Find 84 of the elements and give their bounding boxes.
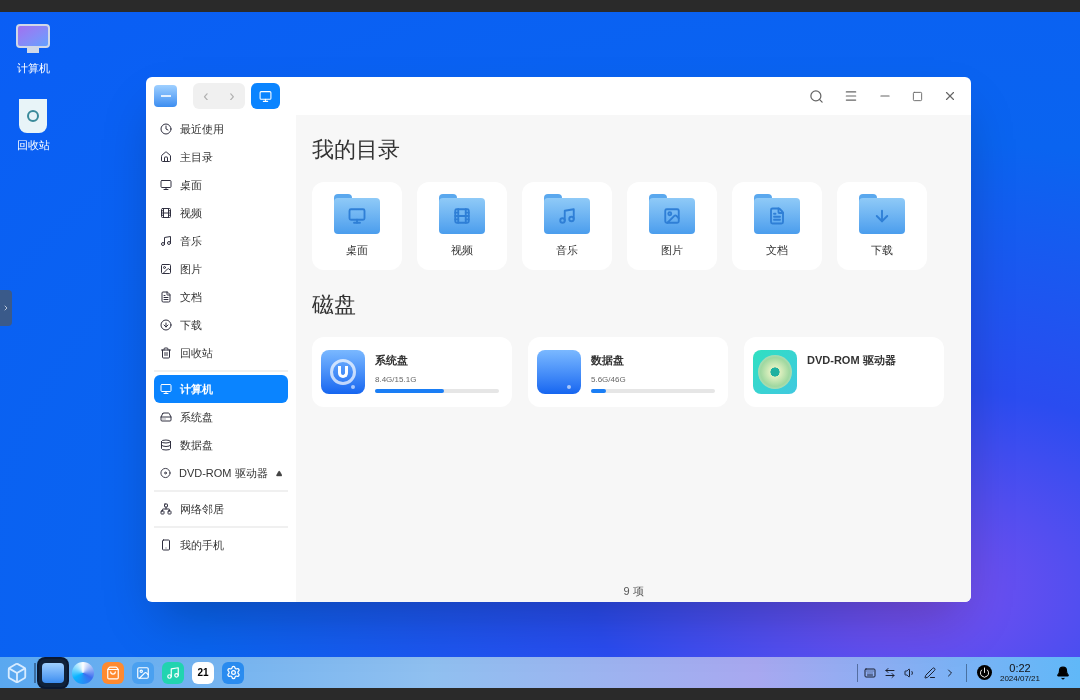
sidebar-item[interactable]: 最近使用: [154, 115, 288, 143]
home-icon: [160, 151, 172, 163]
disk-card[interactable]: 数据盘 5.6G/46G: [528, 337, 728, 407]
folder-tile[interactable]: 下载: [837, 182, 927, 270]
volume-icon[interactable]: [903, 666, 916, 679]
folder-icon: [754, 193, 800, 234]
sidebar-item[interactable]: 下载: [154, 311, 288, 339]
drive-icon: [537, 350, 581, 394]
sidebar-item[interactable]: 主目录: [154, 143, 288, 171]
keyboard-icon[interactable]: [863, 666, 876, 679]
disk-card[interactable]: 系统盘 8.4G/15.1G: [312, 337, 512, 407]
monitor-icon: [160, 383, 172, 395]
disk-usage: 5.6G/46G: [591, 373, 627, 386]
disk-usage: 8.4G/15.1G: [375, 373, 418, 386]
location-button[interactable]: [251, 83, 280, 109]
clock-icon: [160, 123, 172, 135]
section-title: 我的目录: [312, 136, 401, 164]
arrows-icon[interactable]: [883, 666, 896, 679]
maximize-icon[interactable]: [912, 90, 923, 102]
folder-icon: [649, 193, 695, 234]
music-icon: [160, 235, 172, 247]
sidebar-item[interactable]: 文档: [154, 283, 288, 311]
desktop-icon-label[interactable]: 计算机: [16, 60, 50, 77]
folder-icon: [544, 193, 590, 234]
folder-tile[interactable]: 音乐: [522, 182, 612, 270]
monitor-icon[interactable]: [16, 24, 50, 56]
folder-icon: [439, 193, 485, 234]
monitor-icon: [259, 89, 272, 103]
power-icon[interactable]: [976, 665, 992, 680]
sidebar-item[interactable]: DVD-ROM 驱动器: [154, 459, 288, 487]
picture-icon: [160, 263, 172, 275]
document-icon: [160, 291, 172, 303]
close-icon[interactable]: [943, 89, 957, 103]
clock-date[interactable]: 2024/07/21: [999, 674, 1040, 683]
folder-tile[interactable]: 图片: [627, 182, 717, 270]
menu-icon[interactable]: [844, 89, 858, 103]
notification-bell-icon[interactable]: [1056, 665, 1070, 680]
folder-tile[interactable]: 文档: [732, 182, 822, 270]
sidebar-item[interactable]: 回收站: [154, 339, 288, 367]
clock-time[interactable]: 0:22: [1009, 662, 1031, 674]
shopping-bag-icon[interactable]: [102, 661, 124, 684]
disk-name: DVD-ROM 驱动器: [807, 353, 897, 368]
folder-icon: [334, 193, 380, 234]
drive-logo-icon: [321, 350, 365, 394]
network-icon: [160, 503, 172, 515]
folder-tile[interactable]: 桌面: [312, 182, 402, 270]
sidebar-item[interactable]: 我的手机: [154, 531, 288, 559]
section-title: 磁盘: [312, 291, 357, 319]
desktop-icon: [160, 179, 172, 191]
sidebar-item[interactable]: 视频: [154, 199, 288, 227]
eject-icon[interactable]: [275, 469, 282, 477]
sidebar-item[interactable]: 数据盘: [154, 431, 288, 459]
calendar-icon[interactable]: 21: [192, 661, 214, 684]
desktop-icon-label[interactable]: 回收站: [16, 136, 50, 153]
app-folder-icon: [154, 85, 177, 107]
cube-icon[interactable]: [6, 661, 28, 684]
download-icon: [160, 319, 172, 331]
disc-icon: [160, 467, 171, 479]
trash-icon[interactable]: [19, 98, 47, 133]
sidebar-item[interactable]: 音乐: [154, 227, 288, 255]
sidebar-item[interactable]: 系统盘: [154, 403, 288, 431]
item-count: 9 项: [623, 583, 644, 599]
sidebar-item[interactable]: 桌面: [154, 171, 288, 199]
sidebar-item[interactable]: 网络邻居: [154, 495, 288, 523]
film-icon: [160, 207, 172, 219]
side-handle[interactable]: [0, 290, 12, 326]
database-icon: [160, 439, 172, 451]
disk-name: 系统盘: [375, 353, 409, 368]
folder-icon[interactable]: [42, 662, 64, 683]
folder-icon: [859, 193, 905, 234]
phone-icon: [160, 539, 172, 551]
sidebar-item[interactable]: 计算机: [154, 375, 288, 403]
drive-icon: [160, 411, 172, 423]
trash-icon: [160, 347, 172, 359]
settings-icon[interactable]: [222, 661, 244, 684]
disk-name: 数据盘: [591, 353, 625, 368]
music-icon[interactable]: [162, 661, 184, 684]
pen-icon[interactable]: [923, 666, 936, 679]
picture-icon[interactable]: [132, 661, 154, 684]
sidebar-item[interactable]: 图片: [154, 255, 288, 283]
browser-icon[interactable]: [72, 661, 94, 684]
folder-tile[interactable]: 视频: [417, 182, 507, 270]
disk-card[interactable]: DVD-ROM 驱动器: [744, 337, 944, 407]
search-icon[interactable]: [809, 88, 824, 104]
